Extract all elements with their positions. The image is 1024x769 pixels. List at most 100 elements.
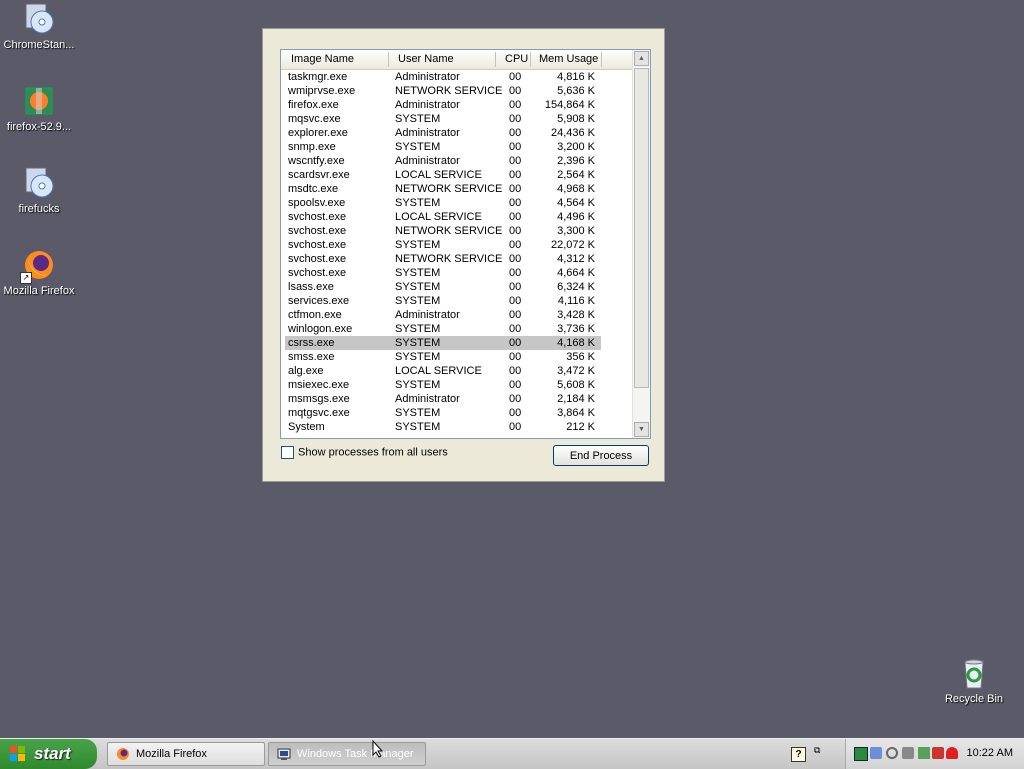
process-mem-usage: 2,184 K [557,393,595,405]
column-header-image-name[interactable]: Image Name [291,53,354,65]
process-row[interactable]: smss.exe SYSTEM 00 356 K [285,350,601,364]
taskbar-item-mozilla-firefox[interactable]: Mozilla Firefox [107,742,265,766]
help-icon[interactable]: ? [791,747,806,762]
column-separator[interactable] [530,52,531,67]
process-row[interactable]: svchost.exe NETWORK SERVICE 00 3,300 K [285,224,601,238]
process-image-name: svchost.exe [288,253,347,265]
show-all-users-checkbox[interactable]: Show processes from all users [281,446,448,459]
restore-windows-icon[interactable]: ⧉ [814,745,820,756]
process-row[interactable]: wscntfy.exe Administrator 00 2,396 K [285,154,601,168]
scroll-up-icon[interactable]: ▲ [634,51,649,66]
process-row[interactable]: mqtgsvc.exe SYSTEM 00 3,864 K [285,406,601,420]
taskbar-item-label: Windows Task Manager [297,748,414,760]
process-user-name: NETWORK SERVICE [395,253,503,265]
column-separator[interactable] [495,52,496,67]
process-row[interactable]: svchost.exe SYSTEM 00 22,072 K [285,238,601,252]
process-cpu: 00 [509,71,522,83]
process-row[interactable]: explorer.exe Administrator 00 24,436 K [285,126,601,140]
process-list-header: Image Name User Name CPU Mem Usage [281,50,633,70]
column-separator[interactable] [601,52,602,67]
column-header-cpu[interactable]: CPU [505,53,528,65]
process-row[interactable]: firefox.exe Administrator 00 154,864 K [285,98,601,112]
process-user-name: Administrator [395,155,460,167]
tools-icon[interactable] [902,747,914,759]
desktop-icon-recycle-bin[interactable]: Recycle Bin [934,656,1014,705]
process-cpu: 00 [509,365,522,377]
network-status-icon[interactable] [854,747,868,761]
process-cpu: 00 [509,99,522,111]
process-row[interactable]: spoolsv.exe SYSTEM 00 4,564 K [285,196,601,210]
desktop-icon-mozilla-firefox[interactable]: ↗ Mozilla Firefox [0,248,79,297]
process-row[interactable]: ctfmon.exe Administrator 00 3,428 K [285,308,601,322]
process-row[interactable]: msdtc.exe NETWORK SERVICE 00 4,968 K [285,182,601,196]
taskbar-item-task-manager[interactable]: Windows Task Manager [268,742,426,766]
column-header-mem-usage[interactable]: Mem Usage [539,53,598,65]
process-row[interactable]: taskmgr.exe Administrator 00 4,816 K [285,70,601,84]
column-separator[interactable] [388,52,389,67]
column-header-user-name[interactable]: User Name [398,53,454,65]
process-row[interactable]: msiexec.exe SYSTEM 00 5,608 K [285,378,601,392]
process-row[interactable]: wmiprvse.exe NETWORK SERVICE 00 5,636 K [285,84,601,98]
process-row[interactable]: msmsgs.exe Administrator 00 2,184 K [285,392,601,406]
process-row[interactable]: System SYSTEM 00 212 K [285,420,601,434]
vertical-scrollbar[interactable]: ▲ ▼ [632,50,650,438]
process-row[interactable]: svchost.exe NETWORK SERVICE 00 4,312 K [285,252,601,266]
security-shield-icon[interactable] [946,747,958,759]
process-image-name: msmsgs.exe [288,393,350,405]
process-row[interactable]: snmp.exe SYSTEM 00 3,200 K [285,140,601,154]
messenger-icon[interactable] [932,747,944,759]
show-all-users-label: Show processes from all users [298,446,448,459]
checkbox-icon[interactable] [281,446,294,459]
process-user-name: LOCAL SERVICE [395,211,482,223]
process-mem-usage: 3,200 K [557,141,595,153]
desktop-icon-chromestan[interactable]: ChromeStan... [0,2,79,51]
start-button[interactable]: start [0,739,97,769]
process-user-name: SYSTEM [395,239,441,251]
process-user-name: SYSTEM [395,323,441,335]
process-row[interactable]: alg.exe LOCAL SERVICE 00 3,472 K [285,364,601,378]
process-mem-usage: 4,564 K [557,197,595,209]
process-row[interactable]: lsass.exe SYSTEM 00 6,324 K [285,280,601,294]
process-user-name: Administrator [395,99,460,111]
desktop-icon-label: Recycle Bin [944,693,1004,705]
network-connection-icon[interactable] [870,747,882,759]
process-cpu: 00 [509,155,522,167]
process-mem-usage: 4,664 K [557,267,595,279]
process-row[interactable]: csrss.exe SYSTEM 00 4,168 K [285,336,601,350]
process-mem-usage: 4,312 K [557,253,595,265]
process-image-name: msdtc.exe [288,183,339,195]
process-user-name: LOCAL SERVICE [395,169,482,181]
process-cpu: 00 [509,211,522,223]
process-image-name: scardsvr.exe [288,169,350,181]
process-image-name: snmp.exe [288,141,336,153]
process-mem-usage: 3,736 K [557,323,595,335]
refresh-icon[interactable] [918,747,930,759]
end-process-button[interactable]: End Process [553,445,649,466]
clock[interactable]: 10:22 AM [967,747,1013,759]
process-image-name: lsass.exe [288,281,334,293]
process-row[interactable]: mqsvc.exe SYSTEM 00 5,908 K [285,112,601,126]
process-cpu: 00 [509,407,522,419]
scroll-thumb[interactable] [634,68,649,388]
desktop-icon-label: Mozilla Firefox [3,285,75,297]
process-list[interactable]: Image Name User Name CPU Mem Usage taskm… [280,49,651,439]
scroll-down-icon[interactable]: ▼ [634,422,649,437]
process-row[interactable]: svchost.exe LOCAL SERVICE 00 4,496 K [285,210,601,224]
process-user-name: SYSTEM [395,421,441,433]
process-row[interactable]: services.exe SYSTEM 00 4,116 K [285,294,601,308]
shortcut-arrow-icon: ↗ [20,272,32,284]
process-image-name: firefox.exe [288,99,339,111]
process-mem-usage: 5,636 K [557,85,595,97]
process-row[interactable]: svchost.exe SYSTEM 00 4,664 K [285,266,601,280]
process-mem-usage: 4,168 K [557,337,595,349]
process-user-name: SYSTEM [395,379,441,391]
process-user-name: NETWORK SERVICE [395,85,503,97]
desktop-icon-firefucks[interactable]: firefucks [0,166,79,215]
process-row[interactable]: winlogon.exe SYSTEM 00 3,736 K [285,322,601,336]
process-row[interactable]: scardsvr.exe LOCAL SERVICE 00 2,564 K [285,168,601,182]
settings-icon[interactable] [886,747,898,759]
mouse-cursor-icon [372,740,384,758]
process-mem-usage: 154,864 K [544,99,595,111]
process-cpu: 00 [509,197,522,209]
desktop-icon-firefox-installer[interactable]: firefox-52.9... [0,84,79,133]
